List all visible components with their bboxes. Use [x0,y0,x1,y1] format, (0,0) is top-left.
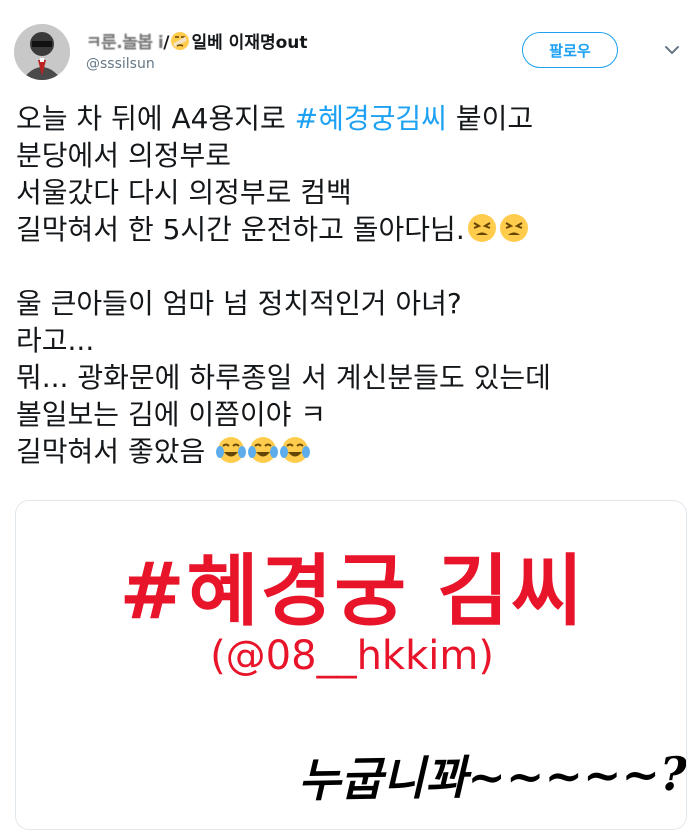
display-name-blurred: ㅋ룬.놀봅 i [86,33,164,53]
tweet-line: 오늘 차 뒤에 A4용지로 #혜경궁김씨 붙이고 [16,100,686,137]
tweet-text: 오늘 차 뒤에 A4용지로 #혜경궁김씨 붙이고 분당에서 의정부로 서울갔다 … [16,100,686,470]
tweet-line: 뭐... 광화문에 하루종일 서 계신분들도 있는데 [16,361,551,394]
tweet-text-segment: 붙이고 [446,102,534,135]
tweet-text-segment: 길막혀서 한 5시간 운전하고 돌아다님. [16,213,465,246]
tweet-line: 길막혀서 한 5시간 운전하고 돌아다님. [16,211,686,248]
image-subtitle: (@08__hkkim) [210,633,494,679]
tweet-line: 길막혀서 좋았음 [16,433,686,470]
bandage-emoji-icon [171,32,190,50]
chevron-down-icon[interactable] [662,40,682,60]
tears-of-joy-icon [248,437,279,463]
attached-image[interactable]: #혜경궁 김씨 (@08__hkkim) 누굽니꽈~~~~~? [15,500,687,830]
display-name-text: 일베 이재명out [191,33,308,53]
avatar[interactable] [14,24,70,80]
tweet-line: 울 큰아들이 엄마 넘 정치적인거 아녀? [16,287,462,320]
tweet-text-segment: 길막혀서 좋았음 [16,435,206,468]
tears-of-joy-icon [280,437,311,463]
tweet-line: 분당에서 의정부로 [16,139,231,172]
display-name[interactable]: ㅋ룬.놀봅 i/ 일베 이재명out [86,28,308,53]
follow-button[interactable]: 팔로우 [522,32,618,68]
tired-face-icon [467,214,496,242]
image-title: #혜경궁 김씨 [119,547,585,637]
tweet-text-segment: 오늘 차 뒤에 A4용지로 [16,102,295,135]
tweet-line: 라고... [16,324,95,357]
avatar-image [14,24,70,80]
hashtag-link[interactable]: #혜경궁김씨 [295,102,447,135]
tears-of-joy-icon [216,437,247,463]
tired-face-icon [499,214,528,242]
tweet-header: ㅋ룬.놀봅 i/ 일베 이재명out @sssilsun 팔로우 [0,0,700,90]
tweet-line: 서울갔다 다시 의정부로 컴백 [16,176,352,209]
image-handwritten-text: 누굽니꽈~~~~~? [297,746,687,808]
slash: / [163,33,170,53]
tweet-line: 볼일보는 김에 이쯤이야 ㅋ [16,398,327,431]
user-handle[interactable]: @sssilsun [86,56,155,72]
